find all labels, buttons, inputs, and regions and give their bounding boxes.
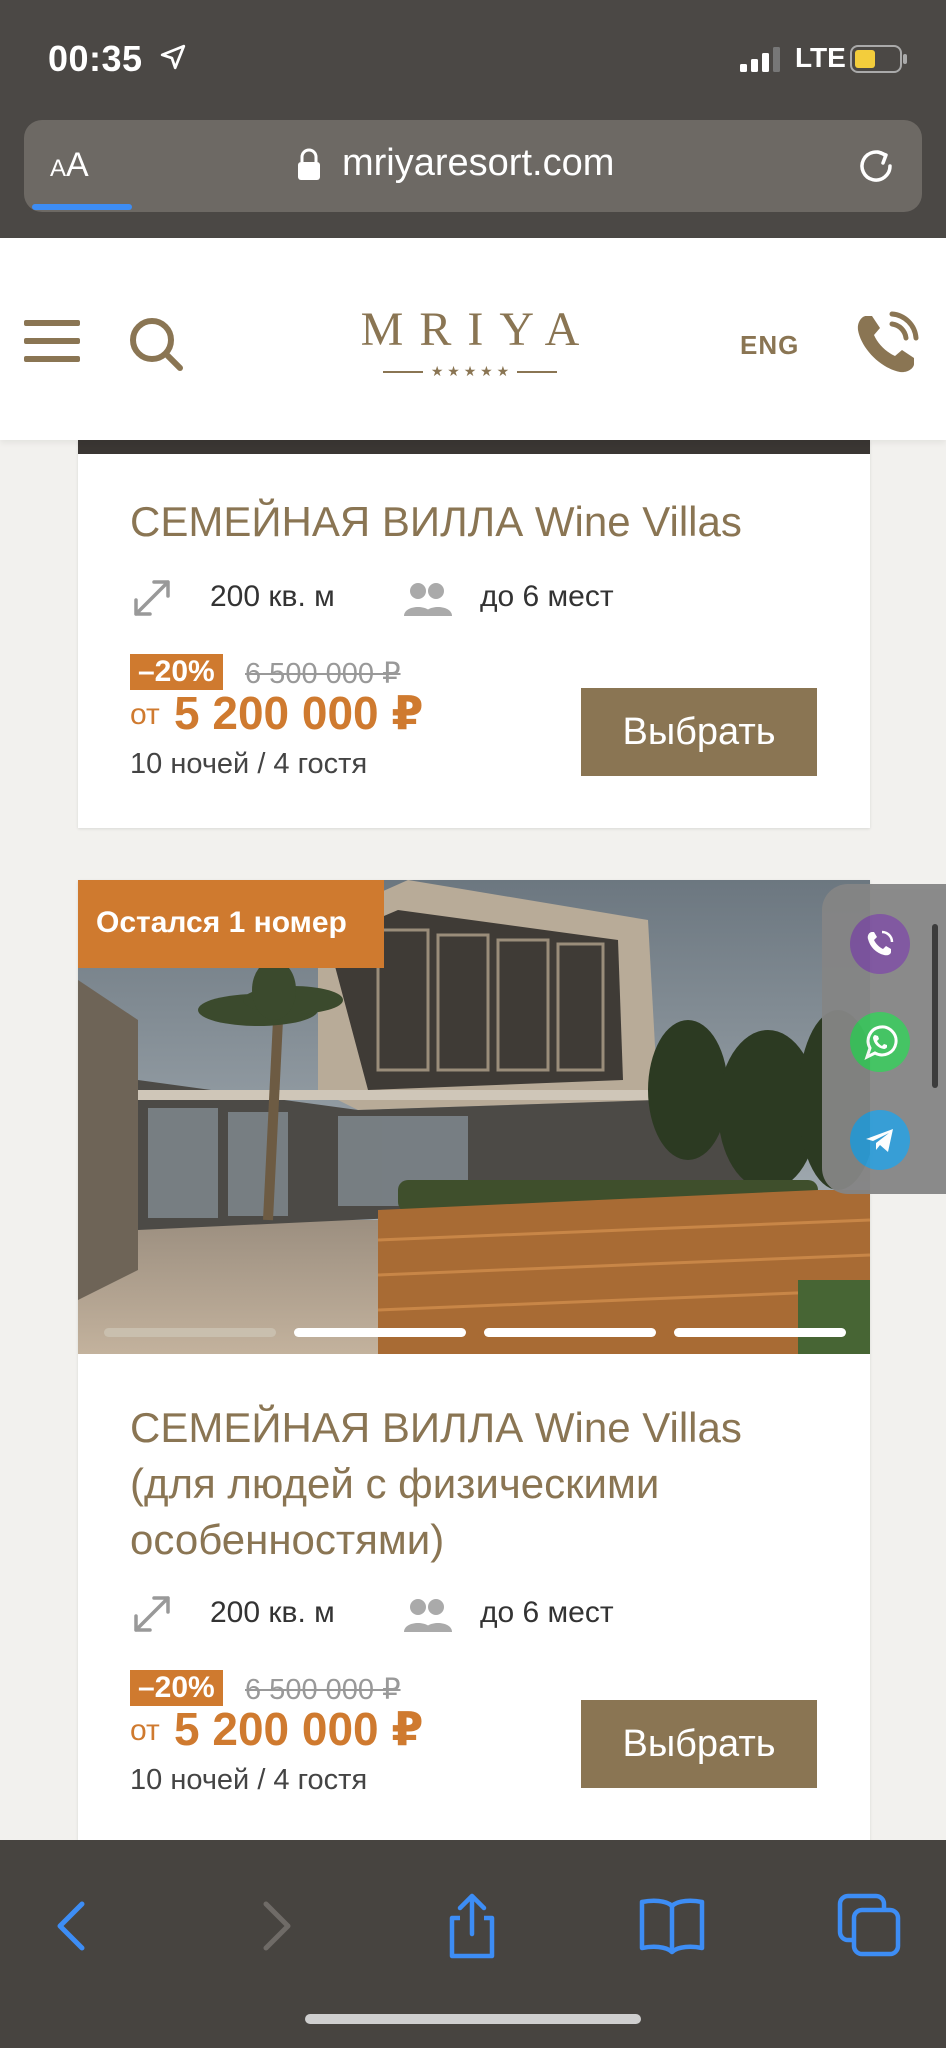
availability-badge: Остался 1 номер — [78, 880, 384, 968]
site-header: MRIYA ★ ★ ★ ★ ★ ENG — [0, 238, 946, 440]
carousel-dot[interactable] — [294, 1328, 466, 1337]
lock-icon — [298, 148, 320, 180]
villa-card[interactable]: Остался 1 номер СЕМЕЙНАЯ ВИЛЛА Wine Vill… — [78, 880, 870, 1880]
villa-list: СЕМЕЙНАЯ ВИЛЛА Wine Villas 200 кв. м до … — [50, 440, 896, 1880]
select-button[interactable]: Выбрать — [581, 1700, 817, 1788]
share-icon[interactable] — [436, 1890, 508, 1962]
location-arrow-icon — [160, 44, 186, 70]
ios-status-bar: 00:35 LTE AA mriyaresort.com — [0, 0, 946, 240]
price-from-label: от — [130, 698, 160, 731]
villa-card[interactable]: СЕМЕЙНАЯ ВИЛЛА Wine Villas 200 кв. м до … — [78, 440, 870, 828]
discount-badge: –20% — [130, 654, 223, 690]
telegram-icon[interactable] — [850, 1110, 910, 1170]
reload-icon[interactable] — [854, 144, 898, 188]
viber-glyph-icon — [867, 930, 894, 956]
mriya-logo[interactable]: MRIYA ★ ★ ★ ★ ★ — [320, 302, 620, 380]
price-from-label: от — [130, 1714, 160, 1747]
status-time: 00:35 — [48, 38, 143, 79]
tabs-icon[interactable] — [834, 1890, 906, 1962]
discount-badge: –20% — [130, 1670, 223, 1706]
villa-meta: 200 кв. м до 6 мест — [130, 576, 830, 620]
guests-icon — [404, 583, 452, 616]
current-price: 5 200 000 ₽ — [174, 687, 424, 739]
whatsapp-glyph-icon — [864, 1025, 898, 1060]
messenger-panel — [822, 884, 946, 1194]
address-bar[interactable]: AA mriyaresort.com — [24, 120, 922, 212]
guests-icon — [404, 1599, 452, 1632]
cellular-signal-icon — [740, 47, 780, 72]
logo-stars: ★ ★ ★ ★ ★ — [320, 363, 620, 380]
viber-icon[interactable] — [850, 914, 910, 974]
villa-title[interactable]: СЕМЕЙНАЯ ВИЛЛА Wine Villas — [130, 494, 830, 550]
phone-icon[interactable] — [852, 308, 922, 378]
telegram-glyph-icon — [866, 1129, 893, 1152]
area-icon — [134, 580, 170, 616]
villa-area: 200 кв. м — [210, 1596, 335, 1629]
nights-guests: 10 ночей / 4 гостя — [130, 748, 368, 780]
page-load-progress — [32, 204, 132, 210]
villa-guests: до 6 мест — [480, 1596, 614, 1629]
select-button[interactable]: Выбрать — [581, 688, 817, 776]
scroll-indicator — [932, 924, 938, 1088]
whatsapp-icon[interactable] — [850, 1012, 910, 1072]
hamburger-menu-icon[interactable] — [24, 320, 80, 364]
carousel-dot[interactable] — [674, 1328, 846, 1337]
area-icon — [134, 1596, 170, 1632]
battery-icon — [850, 45, 907, 73]
back-icon[interactable] — [36, 1890, 108, 1962]
home-indicator[interactable] — [305, 2014, 641, 2024]
nights-guests: 10 ночей / 4 гостя — [130, 1764, 368, 1796]
current-price: 5 200 000 ₽ — [174, 1703, 424, 1755]
price-block: –20% 6 500 000 ₽ от 5 200 000 ₽ 10 ночей… — [130, 1670, 530, 1800]
logo-text: MRIYA — [360, 303, 596, 356]
bookmarks-icon[interactable] — [636, 1890, 708, 1962]
villa-title[interactable]: СЕМЕЙНАЯ ВИЛЛА Wine Villas (для людей с … — [130, 1400, 830, 1568]
villa-area: 200 кв. м — [210, 580, 335, 613]
network-type: LTE — [795, 42, 846, 73]
url-text[interactable]: mriyaresort.com — [342, 142, 614, 185]
search-icon[interactable] — [126, 314, 186, 374]
villa-guests: до 6 мест — [480, 580, 614, 613]
villa-meta: 200 кв. м до 6 мест — [130, 1592, 830, 1636]
villa-photo[interactable] — [78, 440, 870, 454]
carousel-dot[interactable] — [104, 1328, 276, 1337]
price-block: –20% 6 500 000 ₽ от 5 200 000 ₽ 10 ночей… — [130, 654, 530, 784]
forward-icon[interactable] — [240, 1890, 312, 1962]
language-switch[interactable]: ENG — [740, 330, 799, 361]
text-size-button[interactable]: AA — [50, 146, 89, 185]
carousel-dot[interactable] — [484, 1328, 656, 1337]
